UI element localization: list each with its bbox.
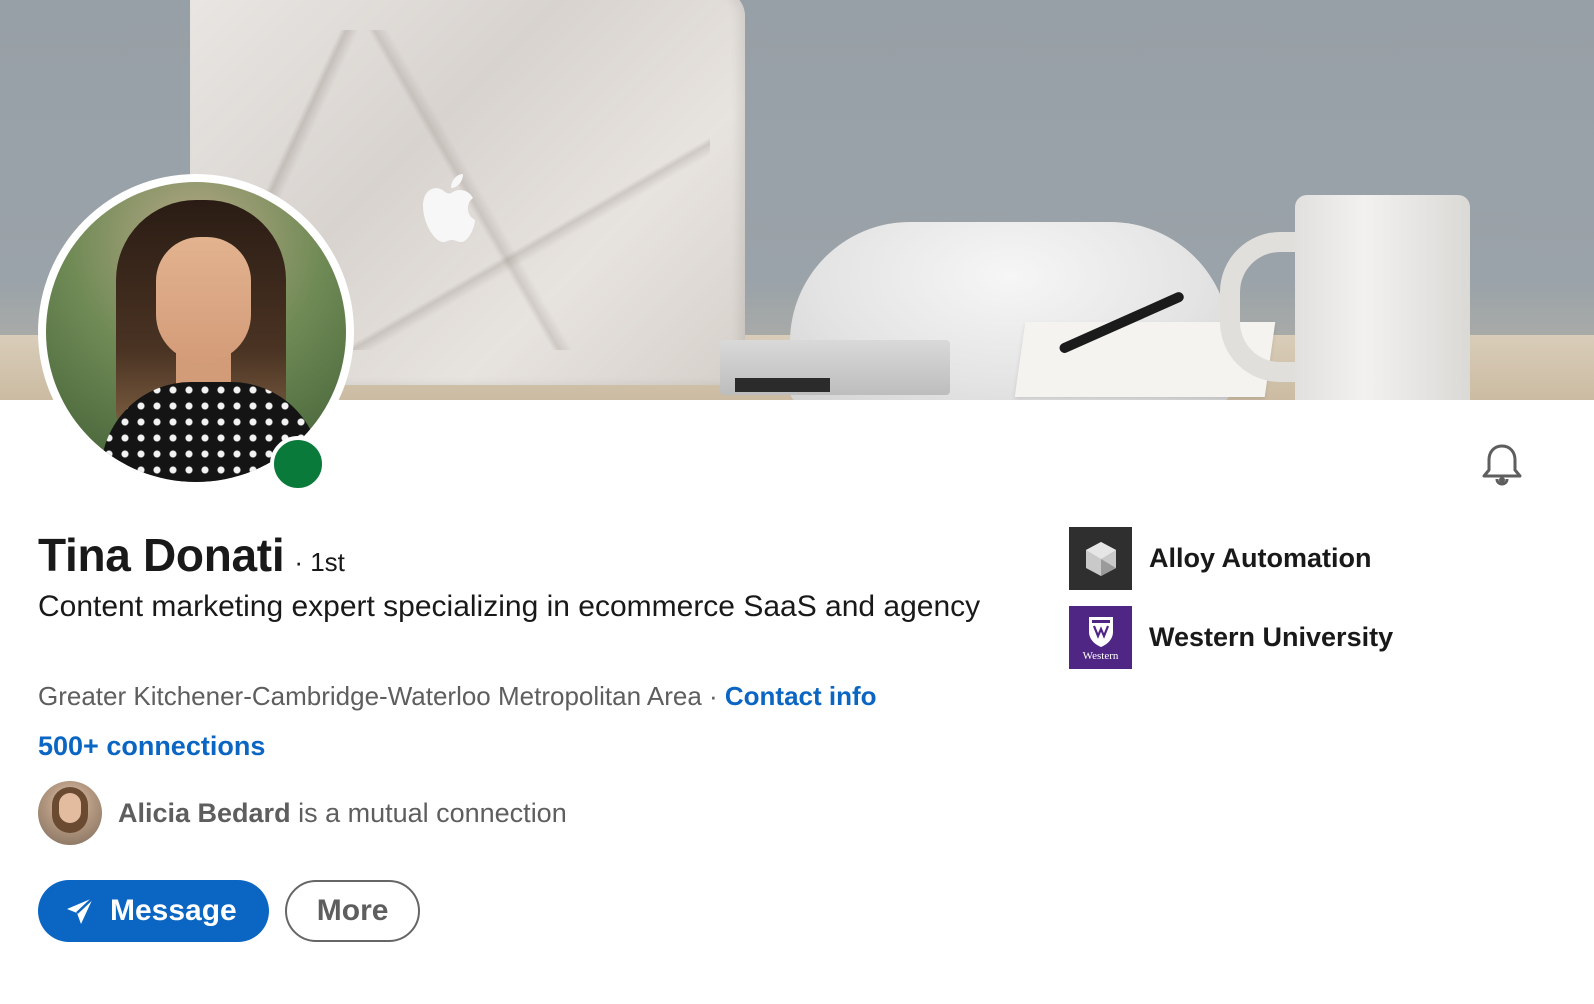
cover-mug [1295, 195, 1470, 400]
mutual-connection-avatar[interactable] [38, 781, 102, 845]
connections-link[interactable]: 500+ connections [38, 731, 265, 762]
org-name: Alloy Automation [1149, 543, 1372, 573]
more-button[interactable]: More [284, 880, 421, 942]
message-button[interactable]: Message [38, 880, 269, 942]
apple-logo-icon [423, 174, 475, 242]
org-name: Western University [1149, 622, 1394, 652]
org-item-alloy[interactable]: Alloy Automation [1069, 527, 1393, 590]
org-item-western[interactable]: Western Western University [1069, 606, 1393, 669]
mutual-connection-name[interactable]: Alicia Bedard [118, 798, 291, 828]
profile-actions: Message More [38, 880, 421, 942]
western-crest-icon [1088, 616, 1113, 647]
profile-organizations: Alloy Automation Western Western Univers… [1069, 527, 1393, 685]
profile-name: Tina Donati [38, 529, 285, 581]
contact-info-link[interactable]: Contact info [725, 681, 877, 711]
western-logo-text: Western [1082, 649, 1119, 662]
profile-name-row: Tina Donati · 1st [38, 528, 345, 582]
more-button-label: More [316, 894, 389, 927]
mutual-connection-suffix: is a mutual connection [290, 797, 567, 828]
message-button-label: Message [110, 894, 237, 927]
photo-face [156, 237, 251, 362]
cover-keyboard [735, 378, 830, 392]
mutual-connection-text: Alicia Bedard is a mutual connection [118, 798, 567, 829]
location-row: Greater Kitchener-Cambridge-Waterloo Met… [38, 681, 877, 712]
alloy-logo [1069, 527, 1132, 590]
bell-icon[interactable] [1478, 440, 1526, 488]
online-status-indicator [270, 436, 326, 492]
connection-degree: · 1st [294, 547, 345, 577]
western-logo: Western [1069, 606, 1132, 669]
mutual-connection[interactable]: Alicia Bedard is a mutual connection [38, 781, 567, 845]
alloy-hexagon-icon [1085, 541, 1116, 576]
paper-plane-icon [67, 897, 94, 924]
location-separator: · [701, 681, 725, 711]
profile-location: Greater Kitchener-Cambridge-Waterloo Met… [38, 681, 702, 711]
profile-headline: Content marketing expert specializing in… [38, 590, 981, 623]
